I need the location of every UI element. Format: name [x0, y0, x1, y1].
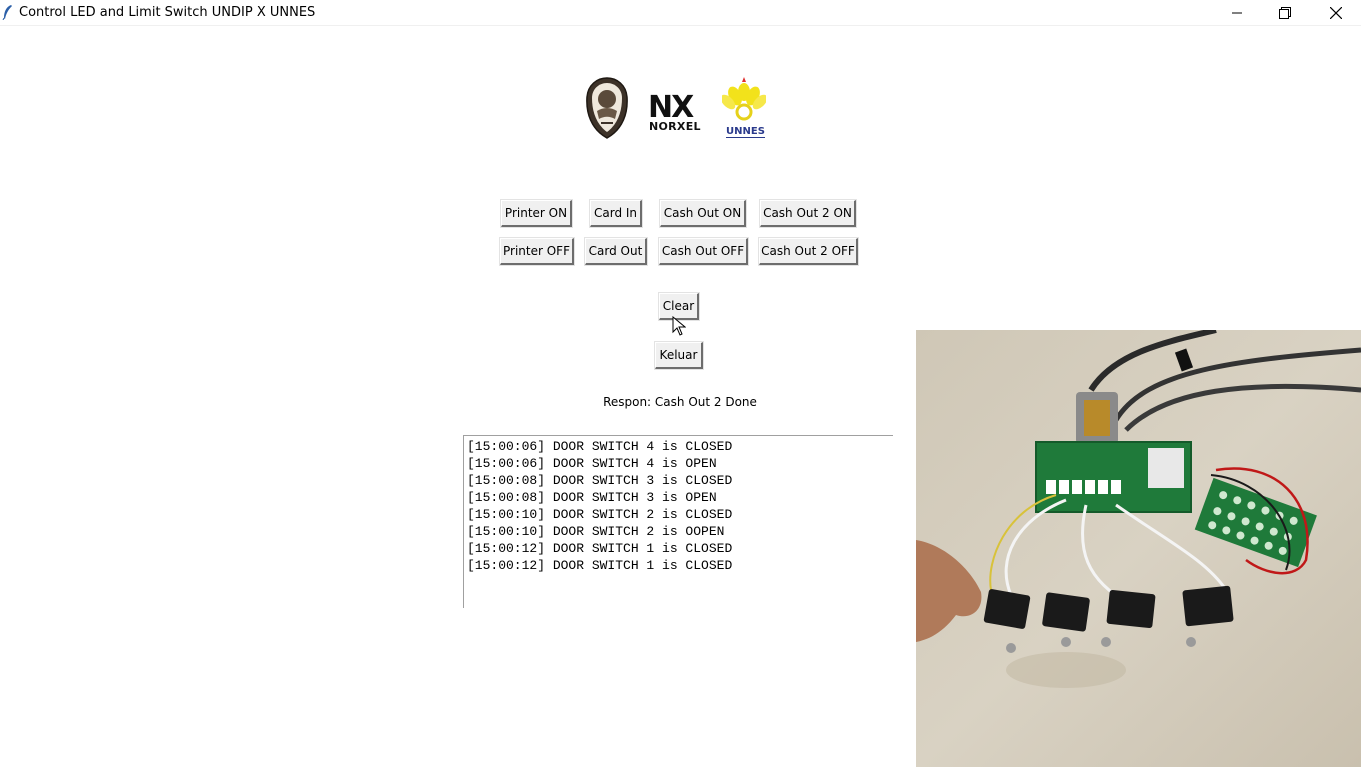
- cash-out-2-on-button[interactable]: Cash Out 2 ON: [760, 200, 856, 227]
- card-in-button[interactable]: Card In: [590, 200, 642, 227]
- restore-button[interactable]: [1262, 0, 1308, 25]
- title-divider: [0, 25, 1361, 26]
- window-title: Control LED and Limit Switch UNDIP X UNN…: [19, 5, 316, 20]
- printer-off-button[interactable]: Printer OFF: [500, 238, 574, 265]
- log-line: [15:00:06] DOOR SWITCH 4 is OPEN: [467, 456, 717, 471]
- undip-seal-logo: [586, 77, 628, 139]
- keluar-button[interactable]: Keluar: [655, 342, 703, 369]
- cash-out-on-button[interactable]: Cash Out ON: [660, 200, 746, 227]
- cash-out-2-off-button[interactable]: Cash Out 2 OFF: [759, 238, 858, 265]
- log-line: [15:00:12] DOOR SWITCH 1 is CLOSED: [467, 558, 733, 573]
- card-out-button[interactable]: Card Out: [585, 238, 647, 265]
- unnes-wordmark: UNNES: [726, 126, 765, 138]
- webcam-overlay: [916, 330, 1361, 767]
- norxel-wordmark: NORXEL: [649, 120, 701, 133]
- log-line: [15:00:10] DOOR SWITCH 2 is OOPEN: [467, 524, 725, 539]
- minimize-icon: [1232, 12, 1242, 13]
- title-bar: Control LED and Limit Switch UNDIP X UNN…: [0, 0, 1361, 25]
- restore-icon: [1279, 6, 1291, 19]
- minimize-button[interactable]: [1214, 0, 1260, 25]
- mouse-cursor-icon: [672, 316, 686, 336]
- close-icon: [1330, 6, 1342, 19]
- log-line: [15:00:06] DOOR SWITCH 4 is CLOSED: [467, 439, 733, 454]
- log-textarea[interactable]: [15:00:06] DOOR SWITCH 4 is CLOSED [15:0…: [463, 435, 893, 608]
- response-label: Respon: Cash Out 2 Done: [603, 395, 757, 409]
- unnes-emblem-icon: [722, 77, 766, 121]
- cash-out-off-button[interactable]: Cash Out OFF: [659, 238, 748, 265]
- hardware-photo: [916, 330, 1361, 767]
- close-button[interactable]: [1313, 0, 1359, 25]
- log-line: [15:00:08] DOOR SWITCH 3 is OPEN: [467, 490, 717, 505]
- feather-icon: [2, 5, 12, 20]
- log-line: [15:00:08] DOOR SWITCH 3 is CLOSED: [467, 473, 733, 488]
- log-line: [15:00:12] DOOR SWITCH 1 is CLOSED: [467, 541, 733, 556]
- log-line: [15:00:10] DOOR SWITCH 2 is CLOSED: [467, 507, 733, 522]
- unnes-logo: UNNES: [722, 76, 766, 140]
- norxel-logo: NX NORXEL: [646, 90, 708, 134]
- printer-on-button[interactable]: Printer ON: [501, 200, 572, 227]
